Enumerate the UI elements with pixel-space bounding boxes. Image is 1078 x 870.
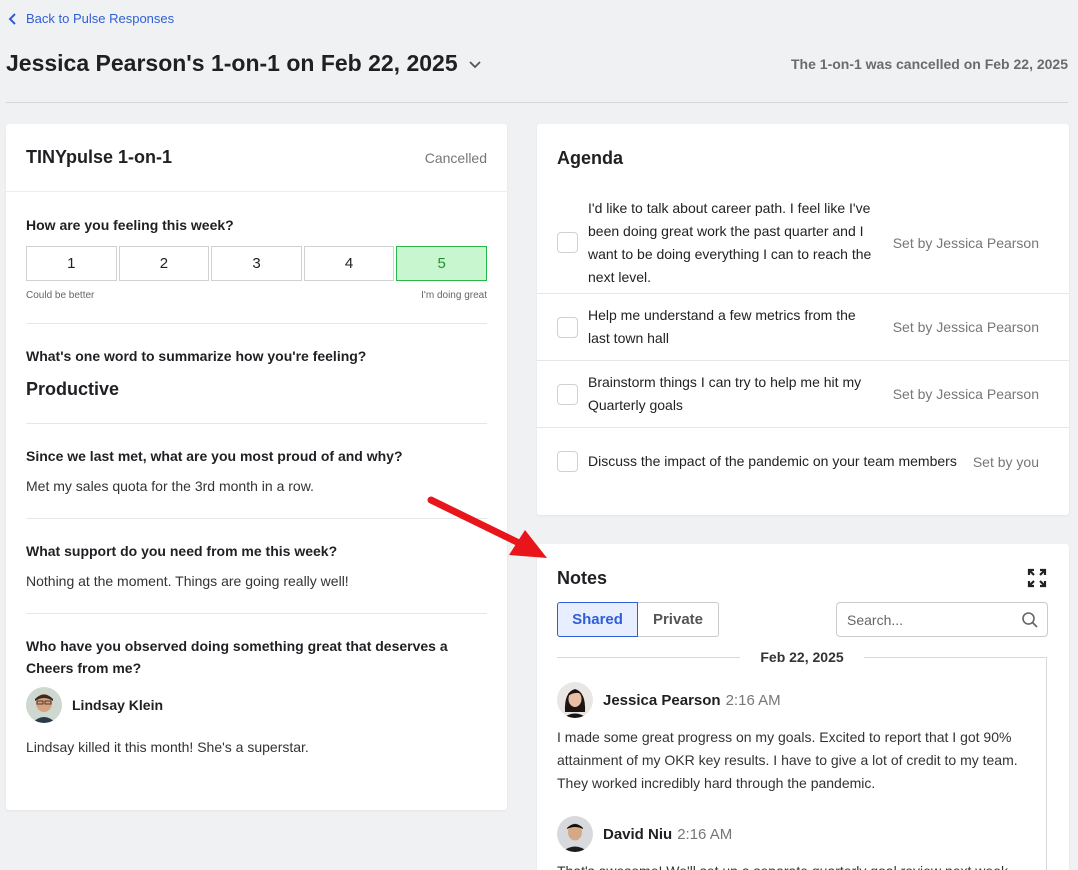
feeling-option-4[interactable]: 4 — [303, 246, 395, 281]
proud-question: Since we last met, what are you most pro… — [26, 448, 403, 464]
agenda-list: I'd like to talk about career path. I fe… — [537, 192, 1069, 495]
feeling-section: How are you feeling this week? 12345 Cou… — [6, 192, 507, 323]
feeling-question: How are you feeling this week? — [26, 217, 234, 233]
tab-private[interactable]: Private — [638, 602, 719, 637]
support-question: What support do you need from me this we… — [26, 543, 338, 559]
avatar — [557, 682, 593, 718]
notes-search — [836, 602, 1048, 637]
one-on-one-card-header: TINYpulse 1-on-1 Cancelled — [6, 124, 507, 192]
agenda-item-set-by: Set by Jessica Pearson — [892, 319, 1039, 335]
page-title[interactable]: Jessica Pearson's 1-on-1 on Feb 22, 2025 — [6, 50, 482, 77]
date-line — [557, 656, 741, 658]
notes-tabs: Shared Private — [557, 602, 719, 637]
proud-section: Since we last met, what are you most pro… — [6, 424, 507, 518]
page-title-text: Jessica Pearson's 1-on-1 on Feb 22, 2025 — [6, 50, 458, 76]
agenda-item: Discuss the impact of the pandemic on yo… — [537, 428, 1069, 495]
avatar — [26, 687, 62, 723]
note-header: Jessica Pearson 2:16 AM — [557, 682, 1039, 718]
cheers-comment: Lindsay killed it this month! She's a su… — [26, 739, 309, 755]
note-body: That's awesome! We'll set up a separate … — [557, 860, 1039, 870]
agenda-item-checkbox[interactable] — [557, 383, 578, 405]
support-section: What support do you need from me this we… — [6, 519, 507, 613]
date-line — [863, 656, 1047, 658]
agenda-card: Agenda I'd like to talk about career pat… — [537, 124, 1069, 515]
feeling-option-1[interactable]: 1 — [26, 246, 117, 281]
agenda-item-set-by: Set by Jessica Pearson — [892, 234, 1039, 251]
one-word-question: What's one word to summarize how you're … — [26, 348, 367, 364]
scroll-track — [1046, 657, 1047, 870]
agenda-item: Help me understand a few metrics from th… — [537, 294, 1069, 361]
agenda-item: I'd like to talk about career path. I fe… — [537, 192, 1069, 294]
one-on-one-card: TINYpulse 1-on-1 Cancelled How are you f… — [6, 124, 507, 810]
tab-shared[interactable]: Shared — [557, 602, 638, 637]
note-time: 2:16 AM — [677, 825, 733, 843]
agenda-item-set-by: Set by Jessica Pearson — [892, 386, 1039, 402]
status-badge: Cancelled — [424, 149, 487, 166]
note-header: David Niu 2:16 AM — [557, 816, 1039, 852]
agenda-item-checkbox[interactable] — [557, 232, 578, 253]
note-body: I made some great progress on my goals. … — [557, 729, 1018, 791]
one-word-answer: Productive — [26, 379, 120, 399]
feeling-option-5[interactable]: 5 — [396, 246, 487, 281]
agenda-title: Agenda — [557, 148, 624, 168]
note-entry: David Niu 2:16 AM That's awesome! We'll … — [557, 816, 1039, 870]
cancel-status-note: The 1-on-1 was cancelled on Feb 22, 2025 — [791, 56, 1068, 72]
chevron-down-icon[interactable] — [468, 57, 482, 71]
agenda-item-text: Brainstorm things I can try to help me h… — [588, 374, 862, 413]
note-time: 2:16 AM — [725, 691, 781, 709]
one-word-section: What's one word to summarize how you're … — [6, 324, 507, 423]
agenda-item-text: Help me understand a few metrics from th… — [588, 307, 856, 346]
feeling-option-3[interactable]: 3 — [211, 246, 302, 281]
scale-labels: Could be better I'm doing great — [26, 290, 487, 301]
notes-date-label: Feb 22, 2025 — [760, 649, 844, 665]
note-author: Jessica Pearson — [603, 691, 721, 709]
agenda-item-checkbox[interactable] — [557, 316, 578, 338]
agenda-item: Brainstorm things I can try to help me h… — [537, 361, 1069, 428]
scale-high-label: I'm doing great — [421, 290, 487, 301]
back-link[interactable]: Back to Pulse Responses — [6, 11, 174, 26]
agenda-item-text: I'd like to talk about career path. I fe… — [588, 199, 872, 285]
search-input[interactable] — [847, 603, 1017, 636]
chevron-left-icon — [8, 12, 16, 25]
agenda-item-checkbox[interactable] — [557, 451, 578, 472]
cheers-person-name: Lindsay Klein — [72, 697, 164, 713]
one-on-one-title: TINYpulse 1-on-1 — [26, 147, 173, 167]
agenda-item-set-by: Set by you — [972, 453, 1039, 470]
feeling-scale: 12345 — [26, 246, 487, 281]
search-icon[interactable] — [1021, 611, 1039, 629]
cheers-section: Who have you observed doing something gr… — [6, 614, 507, 757]
note-author: David Niu — [603, 825, 673, 843]
notes-title: Notes — [557, 568, 608, 588]
back-link-label: Back to Pulse Responses — [26, 11, 175, 26]
notes-card: Notes Shared Private Feb 22, 2025 — [537, 544, 1069, 870]
note-entry: Jessica Pearson 2:16 AM I made some grea… — [557, 682, 1039, 795]
header-divider — [6, 102, 1068, 103]
expand-icon[interactable] — [1027, 568, 1047, 588]
cheers-question: Who have you observed doing something gr… — [26, 638, 448, 676]
proud-answer: Met my sales quota for the 3rd month in … — [26, 478, 314, 494]
notes-date-divider: Feb 22, 2025 — [557, 647, 1047, 667]
scale-low-label: Could be better — [26, 290, 95, 301]
avatar — [557, 816, 593, 852]
support-answer: Nothing at the moment. Things are going … — [26, 573, 349, 589]
agenda-item-text: Discuss the impact of the pandemic on yo… — [588, 453, 957, 469]
cheers-person: Lindsay Klein — [26, 687, 487, 723]
feeling-option-2[interactable]: 2 — [118, 246, 210, 281]
